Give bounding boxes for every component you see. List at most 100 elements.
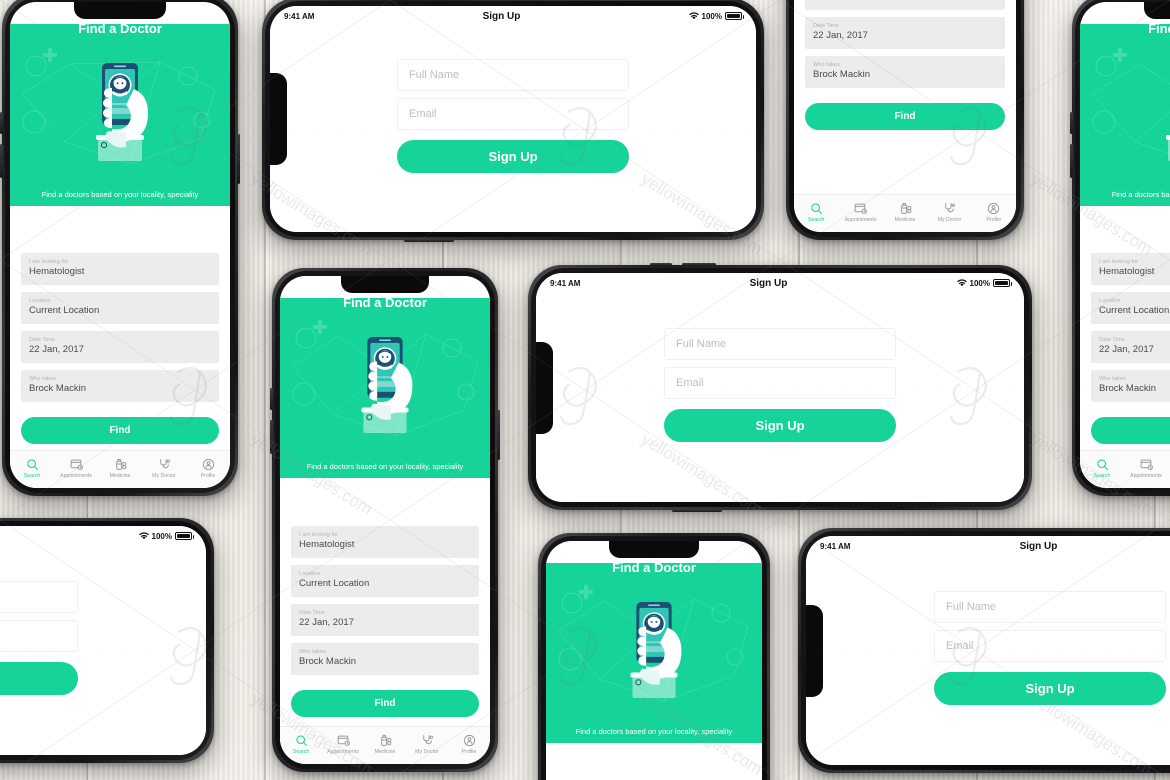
full-name-input[interactable]: Full Name (664, 327, 896, 360)
tab-search[interactable]: Search (280, 734, 322, 755)
status-bar: 9:41 AM Sign Up 100% (536, 273, 1024, 293)
datetime-field[interactable]: Date Time 22 Jan, 2017 (1091, 331, 1170, 364)
tab-profile[interactable]: Profile (448, 734, 490, 755)
tab-search[interactable]: Search (10, 458, 54, 479)
status-bar: 9:41 AM Sign Up 100% (270, 6, 756, 26)
hero-subtitle: Find a doctors based on your locality, s… (306, 462, 464, 471)
find-button[interactable]: Find (805, 103, 1005, 131)
wifi-icon (138, 532, 149, 540)
field-label: I am looking for (1099, 259, 1139, 265)
find-button[interactable]: Find (291, 690, 479, 718)
tab-my-doctor[interactable]: My Doctor (142, 458, 186, 479)
full-name-input[interactable]: Full Name (0, 580, 78, 613)
tab-medicine[interactable]: Medicine (883, 202, 927, 223)
tab-appointments[interactable]: Appointments (1124, 458, 1168, 479)
signup-app: 9:41 AM Sign Up 100% Full Name Email Sig… (0, 526, 206, 755)
field-label: I am looking for (299, 532, 339, 538)
volume-up-button[interactable] (650, 263, 672, 266)
power-button[interactable] (497, 410, 500, 460)
tab-appointments[interactable]: Appointments (838, 202, 882, 223)
doctor-field[interactable]: Who takes Brock Mackin (291, 643, 479, 676)
page-title: Sign Up (749, 277, 788, 289)
signup-button[interactable]: Sign Up (397, 140, 629, 173)
phone-find-doctor-right: 9:41 AM 100% (1070, 0, 1170, 496)
device-screen: 9:41 AM Sign Up 100% Full Name Email Sig… (536, 273, 1024, 502)
datetime-field[interactable]: Date Time 22 Jan, 2017 (21, 331, 219, 364)
signup-button[interactable]: Sign Up (934, 671, 1166, 705)
power-button[interactable] (237, 134, 240, 184)
field-label: Date Time (1099, 337, 1125, 344)
hero-title: Find a Doctor (78, 24, 162, 36)
full-name-input[interactable]: Full Name (397, 59, 629, 91)
email-input[interactable]: Email (397, 98, 629, 130)
specialty-field[interactable]: I am looking for Hematologist (21, 253, 219, 286)
tab-profile[interactable]: Profile (972, 202, 1016, 223)
field-label: I am looking for (29, 259, 69, 265)
volume-up-button[interactable] (0, 112, 3, 134)
profile-icon (463, 734, 475, 746)
location-field[interactable]: Location Current Location (1091, 292, 1170, 325)
specialty-field[interactable]: I am looking for Hematologist (291, 526, 479, 559)
volume-down-button[interactable] (682, 263, 716, 266)
doctor-field[interactable]: Who takes Brock Mackin (1091, 370, 1170, 403)
tab-search[interactable]: Search (794, 202, 838, 223)
doctor-illustration (1080, 36, 1170, 190)
email-input[interactable]: Email (0, 619, 78, 652)
volume-down-button[interactable] (0, 144, 3, 178)
tab-search[interactable]: Search (1080, 458, 1124, 479)
tab-my-doctor[interactable]: My Doctor (406, 734, 448, 755)
notch (1144, 2, 1170, 19)
specialty-field[interactable]: I am looking for Hematologist (1091, 253, 1170, 286)
medicine-icon (115, 458, 126, 470)
hero-subtitle: Find a doctors based on your locality, s… (575, 727, 733, 736)
tab-appointments[interactable]: Appointments (322, 734, 364, 755)
notch (609, 541, 699, 558)
appointments-icon (337, 735, 350, 746)
email-input[interactable]: Email (934, 629, 1166, 662)
volume-down-button[interactable] (1070, 144, 1073, 178)
location-field[interactable]: Location Current Location (291, 565, 479, 598)
location-field[interactable]: Location Current Location (805, 0, 1005, 11)
field-value: Current Location (813, 0, 997, 4)
hero-subtitle: Find a doctors based on your locality, s… (1111, 190, 1170, 199)
email-input[interactable]: Email (664, 366, 896, 399)
device-screen: 9:41 AM 100% (546, 541, 762, 780)
hero-title: Find a Doctor (1148, 24, 1170, 36)
phone-signup-bottomright: 9:41 AM Sign Up 100% Full Name Email Sig… (798, 528, 1170, 773)
datetime-field[interactable]: Date Time 22 Jan, 2017 (291, 604, 479, 637)
hero-title: Find a Doctor (343, 298, 427, 310)
datetime-field[interactable]: Date Time 22 Jan, 2017 (805, 17, 1005, 50)
signup-button[interactable]: Sign Up (664, 408, 896, 442)
field-value: Hematologist (1099, 266, 1155, 278)
tab-profile[interactable]: Profile (186, 458, 230, 479)
hero-subtitle: Find a doctors based on your locality, s… (41, 190, 199, 199)
find-button[interactable]: Find (21, 417, 219, 445)
tab-medicine[interactable]: Medicine (98, 458, 142, 479)
doctor-illustration (546, 575, 762, 727)
power-button[interactable] (672, 509, 722, 512)
tab-appointments[interactable]: Appointments (54, 458, 98, 479)
battery-icon (175, 532, 194, 540)
search-form: I am looking for Hematologist Location C… (546, 743, 762, 780)
tab-medicine[interactable]: Medicine (364, 734, 406, 755)
profile-icon (202, 458, 214, 470)
power-button[interactable] (404, 239, 454, 242)
volume-up-button[interactable] (1070, 112, 1073, 134)
location-field[interactable]: Location Current Location (21, 292, 219, 325)
signup-form: Full Name Email Sign Up (806, 556, 1170, 739)
battery-icon (464, 283, 483, 291)
doctor-field[interactable]: Who takes Brock Mackin (805, 56, 1005, 89)
full-name-input[interactable]: Full Name (934, 590, 1166, 623)
find-doctor-app: Find a Doctor Find a doctors based on yo… (794, 0, 1016, 232)
doctor-field[interactable]: Who takes Brock Mackin (21, 370, 219, 403)
medicine-icon (380, 734, 391, 746)
volume-up-button[interactable] (270, 388, 273, 410)
tab-my-doctor[interactable]: My Doctor (927, 202, 971, 223)
field-value: Brock Mackin (1099, 383, 1157, 395)
notch (341, 276, 429, 293)
signup-button[interactable]: Sign Up (0, 661, 78, 695)
search-icon (1096, 458, 1108, 470)
battery-icon (736, 548, 755, 556)
volume-down-button[interactable] (270, 420, 273, 454)
find-button[interactable]: Find (1091, 417, 1170, 445)
